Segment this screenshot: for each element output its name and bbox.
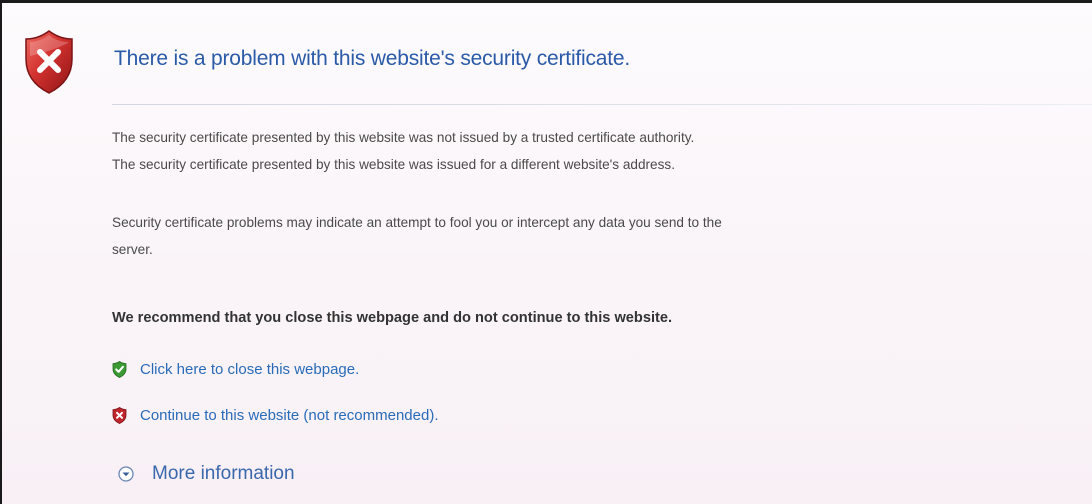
certificate-details: The security certificate presented by th…	[112, 124, 694, 178]
more-information-toggle[interactable]: More information	[118, 461, 295, 487]
red-shield-x-icon	[112, 406, 127, 424]
risk-warning-line-1: Security certificate problems may indica…	[112, 215, 722, 230]
risk-warning-line-2: server.	[112, 242, 153, 257]
title-divider	[112, 104, 1092, 105]
untrusted-authority-message: The security certificate presented by th…	[112, 130, 695, 145]
close-webpage-label[interactable]: Click here to close this webpage.	[140, 361, 359, 378]
security-warning-shield-icon	[25, 30, 73, 94]
page-title: There is a problem with this website's s…	[114, 47, 631, 70]
address-mismatch-message: The security certificate presented by th…	[112, 157, 675, 172]
continue-to-website-label[interactable]: Continue to this website (not recommende…	[140, 407, 438, 424]
expand-chevron-circle-icon	[118, 466, 134, 482]
certificate-error-page: There is a problem with this website's s…	[0, 0, 1092, 504]
green-shield-check-icon	[112, 360, 127, 378]
close-webpage-link[interactable]: Click here to close this webpage.	[112, 358, 359, 380]
recommendation-text: We recommend that you close this webpage…	[112, 310, 673, 326]
more-information-label[interactable]: More information	[152, 463, 295, 485]
risk-warning: Security certificate problems may indica…	[112, 209, 722, 263]
continue-to-website-link[interactable]: Continue to this website (not recommende…	[112, 404, 438, 426]
